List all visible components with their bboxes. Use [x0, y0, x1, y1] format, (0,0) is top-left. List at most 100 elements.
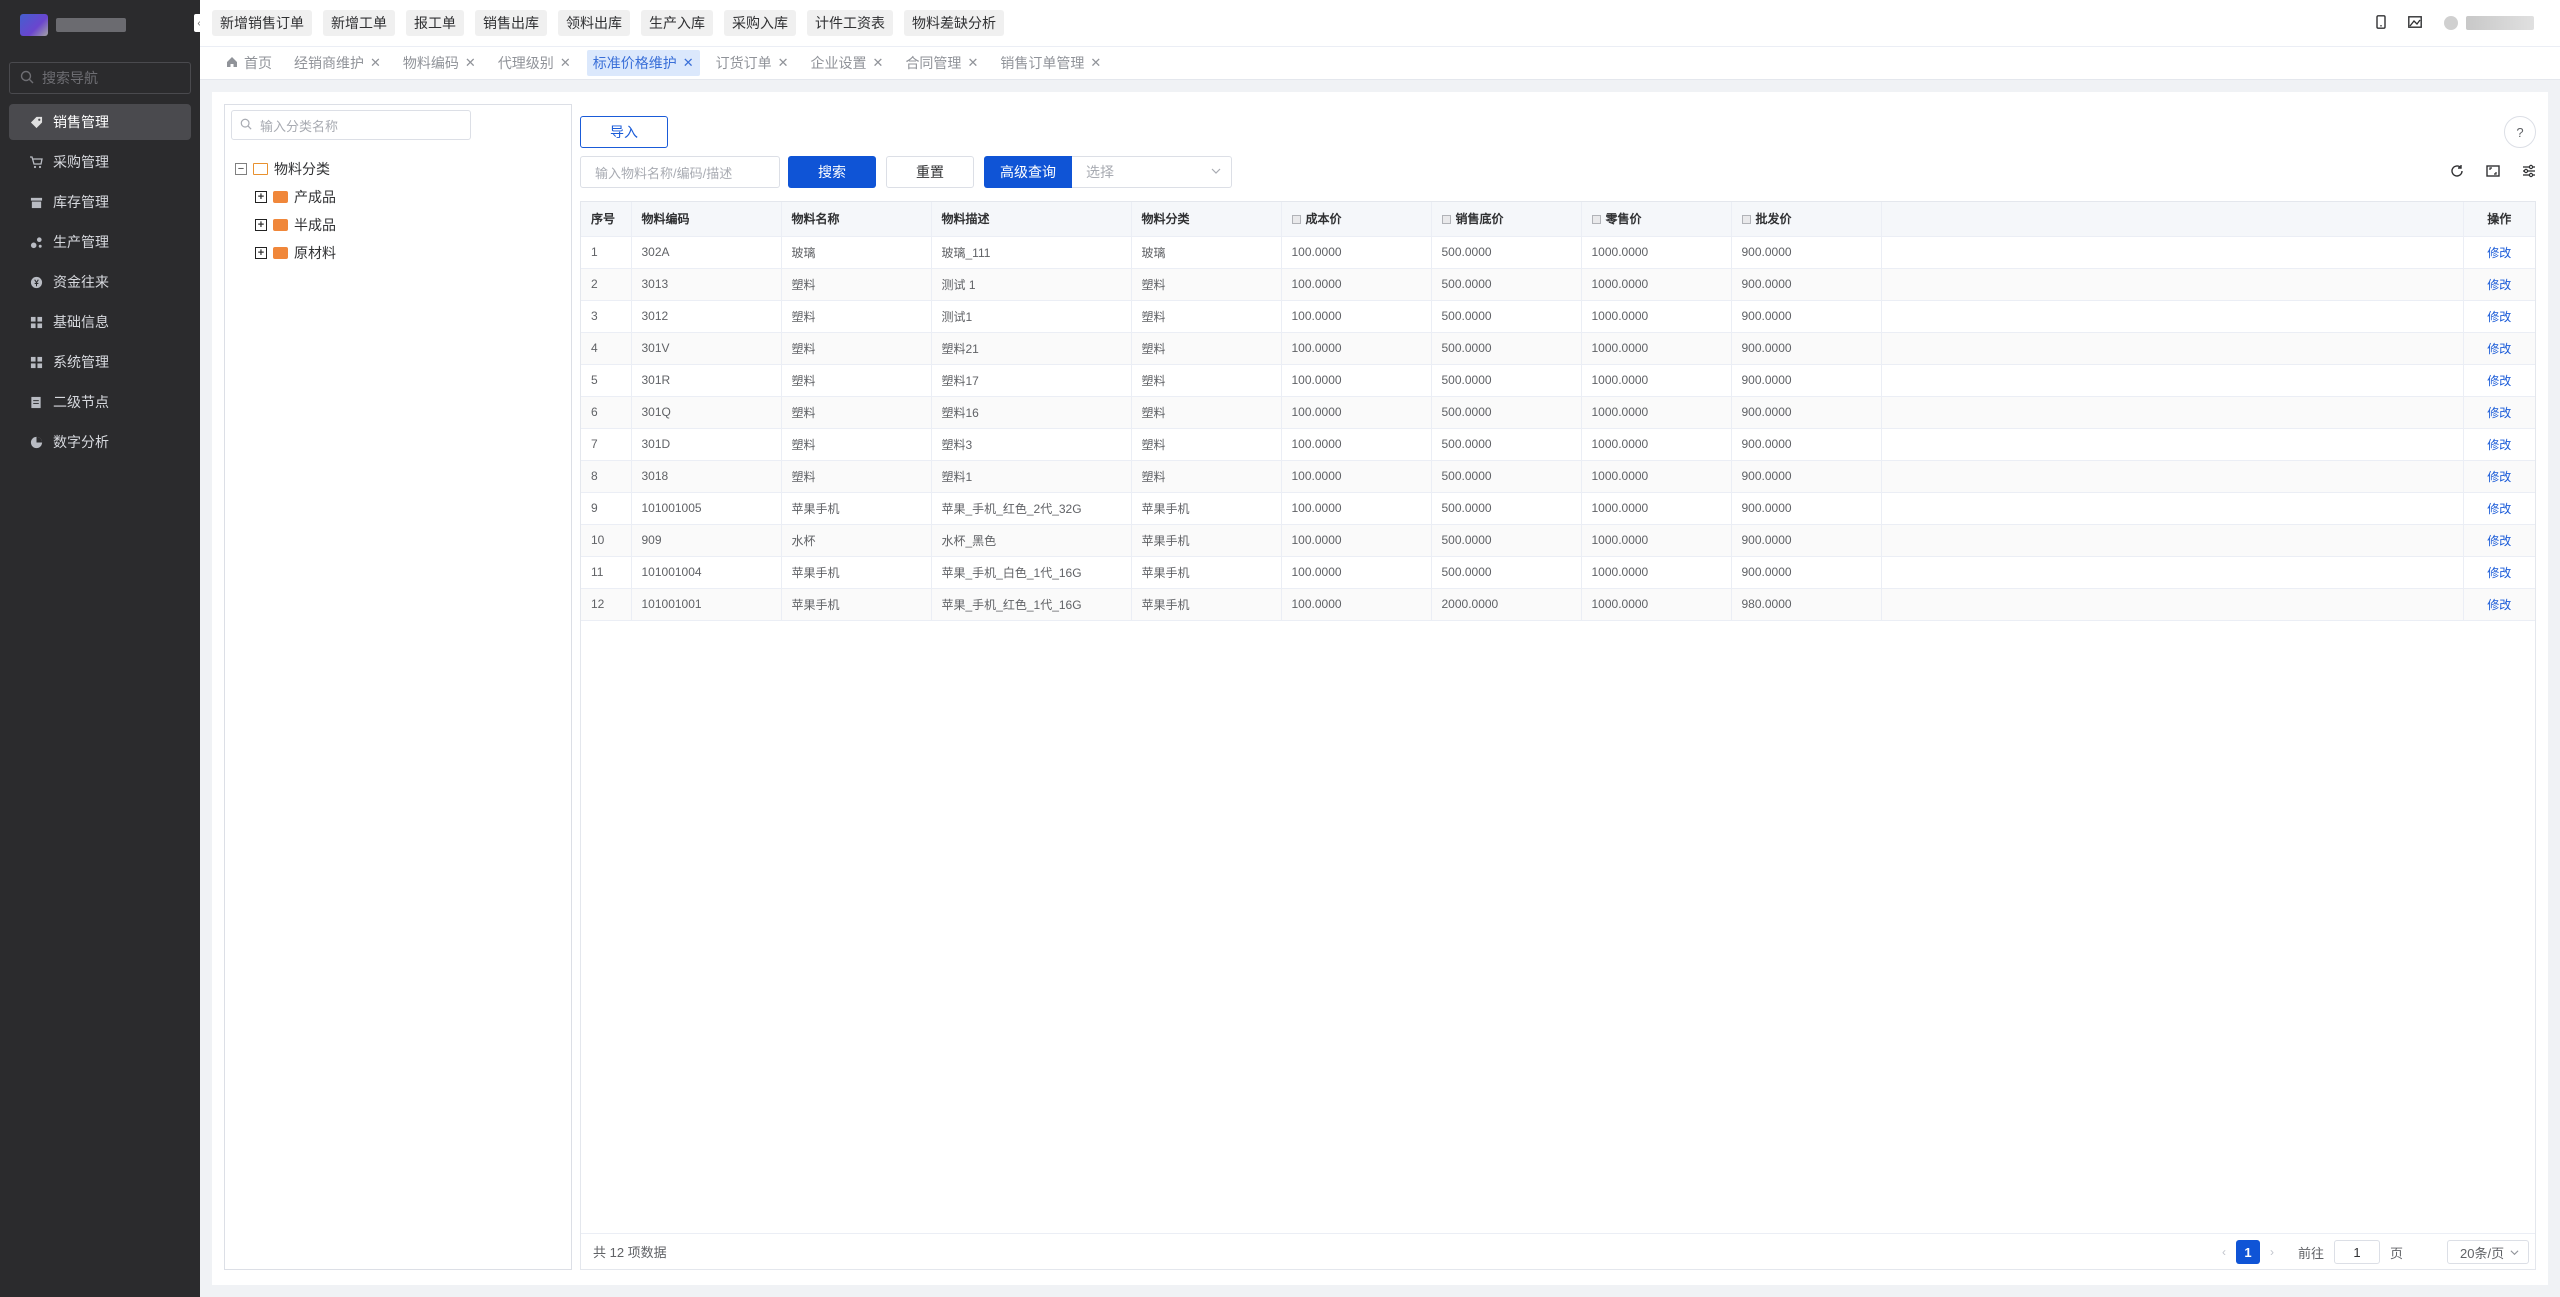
quick-action-button[interactable]: 领料出库	[558, 10, 630, 36]
edit-link[interactable]: 修改	[2487, 246, 2511, 260]
column-header[interactable]: 成本价	[1281, 202, 1432, 237]
checkbox-icon[interactable]	[1291, 215, 1301, 225]
edit-link[interactable]: 修改	[2487, 438, 2511, 452]
sidebar-item-6[interactable]: 基础信息	[9, 304, 191, 340]
edit-link[interactable]: 修改	[2487, 406, 2511, 420]
expand-icon[interactable]: +	[255, 247, 267, 259]
checkbox-icon[interactable]	[1441, 215, 1451, 225]
sidebar-item-3[interactable]: 库存管理	[9, 184, 191, 220]
table-row: 5 301R 塑料 塑料17 塑料 100.0000 500.0000 1000.0000 90…	[581, 364, 2535, 397]
import-button[interactable]: 导入	[580, 116, 668, 148]
goto-page-input[interactable]: 1	[2333, 1240, 2380, 1264]
sidebar-item-5[interactable]: 资金往来	[9, 264, 191, 300]
close-icon[interactable]: ✕	[778, 55, 789, 71]
sidebar-item-2[interactable]: 采购管理	[9, 144, 191, 180]
column-header[interactable]: 零售价	[1581, 202, 1732, 237]
table-cell: 100.0000	[1281, 300, 1432, 333]
close-icon[interactable]: ✕	[967, 55, 978, 71]
production-icon	[29, 235, 43, 249]
tab-2[interactable]: 经销商维护 ✕	[288, 50, 387, 76]
tab-3[interactable]: 物料编码 ✕	[397, 50, 482, 76]
tab-1[interactable]: 首页	[220, 50, 278, 76]
edit-link[interactable]: 修改	[2487, 502, 2511, 516]
column-header-label: 销售底价	[1455, 212, 1504, 227]
material-search-input[interactable]: 输入物料名称/编码/描述	[580, 156, 780, 188]
user-menu[interactable]	[2444, 16, 2534, 30]
table-row: 7 301D 塑料 塑料3 塑料 100.0000 500.0000 1000.0000 900…	[581, 428, 2535, 461]
tab-4[interactable]: 代理级别 ✕	[492, 50, 577, 76]
tab-7[interactable]: 企业设置 ✕	[805, 50, 890, 76]
table-cell: 1000.0000	[1581, 236, 1732, 269]
checkbox-icon[interactable]	[1591, 215, 1601, 225]
column-header-label: 物料编码	[641, 212, 690, 227]
search-icon	[20, 70, 34, 87]
sidebar-item-4[interactable]: 生产管理	[9, 224, 191, 260]
fullscreen-icon[interactable]	[2486, 164, 2500, 182]
search-button[interactable]: 搜索	[788, 156, 876, 188]
table-cell: 100.0000	[1281, 364, 1432, 397]
expand-icon[interactable]: +	[255, 219, 267, 231]
table-cell: 100.0000	[1281, 236, 1432, 269]
image-icon[interactable]	[2408, 15, 2422, 31]
prev-page-icon[interactable]: ‹	[2222, 1245, 2226, 1259]
tab-9[interactable]: 销售订单管理 ✕	[994, 50, 1107, 76]
page-number-current[interactable]: 1	[2235, 1240, 2260, 1264]
edit-link[interactable]: 修改	[2487, 310, 2511, 324]
refresh-icon[interactable]	[2450, 164, 2464, 182]
next-page-icon[interactable]: ›	[2270, 1245, 2274, 1259]
tab-5[interactable]: 标准价格维护 ✕	[586, 50, 700, 76]
quick-action-button[interactable]: 报工单	[406, 10, 464, 36]
close-icon[interactable]: ✕	[683, 55, 694, 71]
tab-8[interactable]: 合同管理 ✕	[899, 50, 984, 76]
checkbox-icon[interactable]	[1741, 215, 1751, 225]
quick-action-button[interactable]: 新增工单	[323, 10, 395, 36]
quick-action-button[interactable]: 生产入库	[641, 10, 713, 36]
reset-button[interactable]: 重置	[886, 156, 974, 188]
close-icon[interactable]: ✕	[560, 55, 571, 71]
close-icon[interactable]: ✕	[370, 55, 381, 71]
quick-action-button[interactable]: 计件工资表	[807, 10, 893, 36]
sidebar-item-1[interactable]: 销售管理	[9, 104, 191, 140]
tree-node-root[interactable]: − 物料分类	[235, 159, 330, 179]
page-size-select[interactable]: 20条/页	[2447, 1240, 2529, 1264]
edit-link[interactable]: 修改	[2487, 534, 2511, 548]
tree-node-child[interactable]: + 原材料	[255, 243, 336, 263]
column-header[interactable]: 批发价	[1731, 202, 1882, 237]
table-row: 9 101001005 苹果手机 苹果_手机_红色_2代_32G 苹果手机 100.000…	[581, 492, 2535, 525]
table-cell: 1000.0000	[1581, 428, 1732, 461]
sidebar-item-7[interactable]: 系统管理	[9, 344, 191, 380]
table-cell: 500.0000	[1431, 268, 1582, 301]
mobile-icon[interactable]	[2376, 14, 2386, 32]
close-icon[interactable]: ✕	[873, 55, 884, 71]
edit-link[interactable]: 修改	[2487, 566, 2511, 580]
collapse-icon[interactable]: −	[235, 163, 247, 175]
edit-link[interactable]: 修改	[2487, 598, 2511, 612]
quick-action-button[interactable]: 新增销售订单	[212, 10, 312, 36]
edit-link[interactable]: 修改	[2487, 374, 2511, 388]
close-icon[interactable]: ✕	[465, 55, 476, 71]
edit-link[interactable]: 修改	[2487, 278, 2511, 292]
column-header[interactable]: 销售底价	[1431, 202, 1582, 237]
quick-action-button[interactable]: 采购入库	[724, 10, 796, 36]
quick-action-button[interactable]: 销售出库	[475, 10, 547, 36]
quick-action-button[interactable]: 物料差缺分析	[904, 10, 1004, 36]
tree-node-child[interactable]: + 半成品	[255, 215, 336, 235]
advanced-query-button[interactable]: 高级查询	[984, 156, 1072, 188]
table-cell: 3	[581, 300, 632, 333]
category-search-input[interactable]: 输入分类名称	[231, 110, 471, 140]
table-cell-action: 修改	[2463, 300, 2535, 333]
tab-6[interactable]: 订货订单 ✕	[710, 50, 795, 76]
nav-search-input[interactable]: 搜索导航	[9, 62, 191, 94]
help-icon[interactable]: ?	[2504, 116, 2536, 148]
column-settings-icon[interactable]	[2522, 164, 2536, 182]
query-select[interactable]: 选择	[1072, 156, 1232, 188]
tree-node-child[interactable]: + 产成品	[255, 187, 336, 207]
table-cell: 塑料	[781, 332, 932, 365]
sidebar-item-9[interactable]: 数字分析	[9, 424, 191, 460]
close-icon[interactable]: ✕	[1090, 55, 1101, 71]
sidebar-item-8[interactable]: 二级节点	[9, 384, 191, 420]
edit-link[interactable]: 修改	[2487, 342, 2511, 356]
edit-link[interactable]: 修改	[2487, 470, 2511, 484]
home-icon	[226, 55, 238, 71]
expand-icon[interactable]: +	[255, 191, 267, 203]
